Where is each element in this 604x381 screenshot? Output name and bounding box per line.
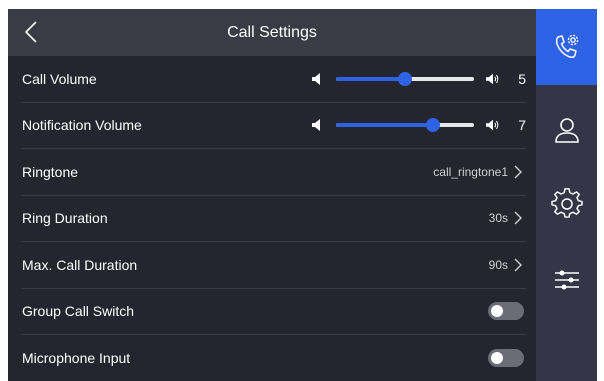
notification-volume-value: 7 <box>518 117 526 134</box>
sliders-icon <box>554 270 579 290</box>
page-title: Call Settings <box>227 24 317 41</box>
phone-settings-icon <box>555 34 578 58</box>
header-bar: Call Settings <box>8 9 536 56</box>
notification-volume-control: 7 <box>310 103 526 149</box>
group-call-switch-container <box>488 289 526 335</box>
call-volume-control: 5 <box>310 56 526 102</box>
setting-microphone-input: Microphone Input <box>22 335 526 381</box>
setting-group-call-switch: Group Call Switch <box>22 289 526 335</box>
chevron-right-icon <box>514 257 526 273</box>
sidebar-item-call-settings[interactable] <box>536 9 597 85</box>
setting-call-volume: Call Volume 5 <box>22 56 526 103</box>
notification-volume-slider-thumb[interactable] <box>425 118 440 133</box>
gear-icon <box>550 188 583 218</box>
notification-volume-slider[interactable] <box>336 118 474 133</box>
settings-list: Call Volume 5 Notification Volume 7 Ring… <box>8 56 536 381</box>
ringtone-value: call_ringtone1 <box>433 164 508 179</box>
ring-duration-selector[interactable]: 30s <box>489 196 526 242</box>
chevron-left-icon <box>24 21 37 43</box>
volume-low-icon[interactable] <box>310 118 324 132</box>
setting-ring-duration[interactable]: Ring Duration 30s <box>22 196 526 242</box>
call-volume-value: 5 <box>518 70 526 87</box>
microphone-input-label: Microphone Input <box>22 350 131 367</box>
ringtone-label: Ringtone <box>22 163 79 180</box>
group-call-switch-label: Group Call Switch <box>22 303 135 320</box>
call-volume-label: Call Volume <box>22 70 97 87</box>
call-volume-slider-thumb[interactable] <box>398 71 412 86</box>
chevron-right-icon <box>514 210 526 226</box>
sidebar-item-system-settings[interactable] <box>536 169 597 239</box>
ringtone-selector[interactable]: call_ringtone1 <box>433 149 526 195</box>
volume-low-icon[interactable] <box>310 72 324 86</box>
sidebar-item-advanced[interactable] <box>536 245 597 315</box>
toggle-knob <box>491 305 503 318</box>
sidebar <box>536 9 597 381</box>
back-button[interactable] <box>14 15 48 49</box>
microphone-input-toggle[interactable] <box>488 349 524 368</box>
toggle-knob <box>491 352 503 365</box>
notification-volume-slider-fill <box>336 123 433 128</box>
setting-max-call-duration[interactable]: Max. Call Duration 90s <box>22 242 526 289</box>
ring-duration-label: Ring Duration <box>22 210 108 227</box>
max-call-duration-selector[interactable]: 90s <box>489 242 526 288</box>
device-screen: Call Settings Call Volume 5 Notification… <box>8 9 597 381</box>
volume-high-icon[interactable] <box>486 72 500 86</box>
ring-duration-value: 30s <box>488 211 508 226</box>
main-panel: Call Settings Call Volume 5 Notification… <box>8 9 536 381</box>
group-call-toggle[interactable] <box>488 302 524 321</box>
call-volume-slider-fill <box>336 76 405 81</box>
notification-volume-label: Notification Volume <box>22 117 142 134</box>
sidebar-item-user[interactable] <box>536 95 597 165</box>
user-icon <box>554 118 579 143</box>
call-volume-slider[interactable] <box>336 71 474 86</box>
max-call-duration-label: Max. Call Duration <box>22 256 138 273</box>
chevron-right-icon <box>514 164 526 180</box>
volume-high-icon[interactable] <box>486 118 500 132</box>
setting-notification-volume: Notification Volume 7 <box>22 103 526 149</box>
max-call-duration-value: 90s <box>488 257 508 272</box>
microphone-input-container <box>488 335 526 381</box>
setting-ringtone[interactable]: Ringtone call_ringtone1 <box>22 149 526 196</box>
